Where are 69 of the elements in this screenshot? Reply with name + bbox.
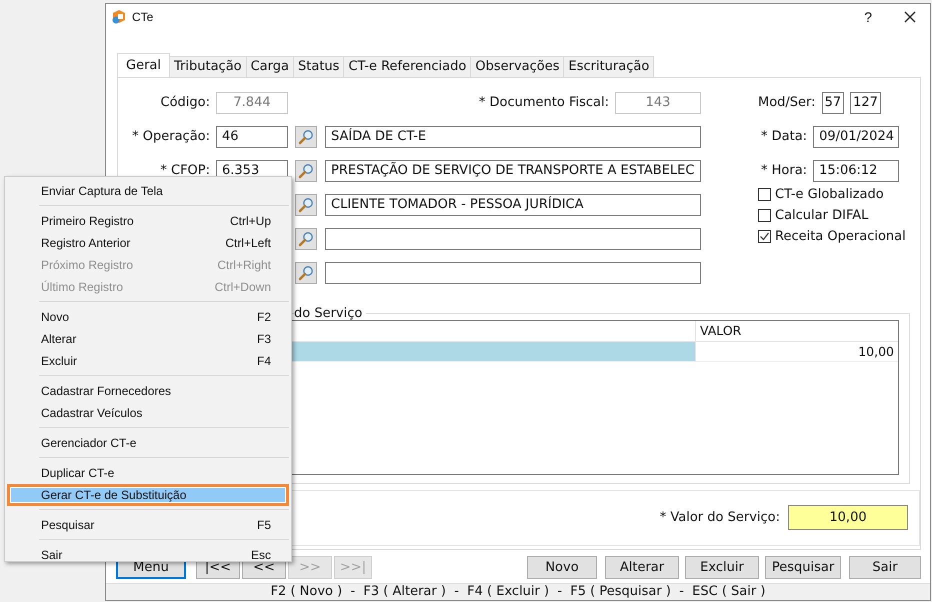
menu-item[interactable]: Gerar CT-e de Substituição [7,484,289,506]
menu-item[interactable]: Duplicar CT-e [7,462,289,484]
action-button[interactable]: Excluir [685,556,759,579]
checkbox[interactable] [758,208,771,222]
input-field[interactable]: 127 [850,92,881,114]
menu-item[interactable]: Enviar Captura de Tela [7,180,289,202]
tab[interactable]: Tributação [169,56,247,77]
checkbox-label: Calcular DIFAL [775,208,868,223]
tab[interactable]: Observações [470,56,564,77]
menu-item[interactable]: Alterar F3 [7,328,289,350]
input-field[interactable]: 15:06:12 [813,160,900,182]
app-logo-icon [111,9,127,26]
tab[interactable]: Carga [246,56,294,77]
search-icon [298,264,314,281]
input-field[interactable]: 09/01/2024 [813,126,900,148]
input-field[interactable]: 46 [216,126,288,148]
field-label: * Hora: [761,163,808,178]
lookup-button[interactable] [295,194,317,216]
menu-item[interactable]: Registro Anterior Ctrl+Left [7,232,289,254]
input-field[interactable]: 57 [822,92,844,114]
field-label: * Data: [761,129,808,144]
status-bar: F2 ( Novo ) - F3 ( Alterar ) - F4 ( Excluir ) - F5 ( Pesquisar ) - ESC ( Sair ) [106,583,930,600]
input-field[interactable] [325,228,701,250]
menu-item[interactable]: Cadastrar Veículos [7,402,289,424]
field-label: * CFOP: [160,163,210,178]
tab[interactable]: Status [293,56,344,77]
input-field[interactable]: PRESTAÇÃO DE SERVIÇO DE TRANSPORTE A ESTABELEC [325,160,701,182]
checkbox-label: Receita Operacional [775,228,906,244]
lookup-button[interactable] [295,228,317,250]
field-label: * Valor do Serviço: [660,510,780,526]
field-label: * Documento Fiscal: [478,95,609,110]
input-field[interactable]: 10,00 [788,505,908,530]
action-button[interactable]: Sair [849,556,921,579]
window-title: CTe [132,10,154,24]
tab[interactable]: CT-e Referenciado [343,56,472,77]
action-button[interactable]: Alterar [605,556,679,579]
close-icon[interactable] [904,11,916,24]
input-field[interactable]: CLIENTE TOMADOR - PESSOA JURÍDICA [325,194,701,216]
tab[interactable]: Geral [117,52,170,77]
checkbox[interactable] [758,230,771,243]
table-cell: 10,00 [695,342,898,362]
menu-item[interactable]: Gerenciador CT-e [7,432,289,454]
menu-item[interactable]: Cadastrar Fornecedores [7,380,289,402]
group-title: do Serviço [294,306,364,321]
checkbox[interactable] [758,188,771,201]
menu-item[interactable]: Pesquisar F5 [7,514,289,536]
action-button[interactable]: Novo [527,556,597,579]
column-header: VALOR [695,320,898,342]
lookup-button[interactable] [295,160,317,182]
menu-item[interactable]: Novo F2 [7,306,289,328]
menu-item[interactable]: Primeiro Registro Ctrl+Up [7,210,289,232]
input-field[interactable]: 143 [615,92,701,114]
field-label: Mod/Ser: [758,95,816,110]
field-label: Código: [160,95,210,110]
search-icon [298,230,314,247]
search-icon [298,128,314,145]
tab[interactable]: Escrituração [563,56,654,77]
input-field[interactable]: SAÍDA DE CT-E [325,126,701,148]
checkbox-label: CT-e Globalizado [775,186,884,202]
lookup-button[interactable] [295,126,317,148]
input-field[interactable] [325,262,701,284]
action-button[interactable]: Pesquisar [765,556,841,579]
field-label: * Operação: [132,129,210,144]
menu-item[interactable]: Excluir F4 [7,350,289,372]
lookup-button[interactable] [295,262,317,284]
search-icon [298,162,314,179]
input-field[interactable]: 7.844 [216,92,288,114]
help-button[interactable]: ? [864,9,872,26]
search-icon [298,196,314,213]
